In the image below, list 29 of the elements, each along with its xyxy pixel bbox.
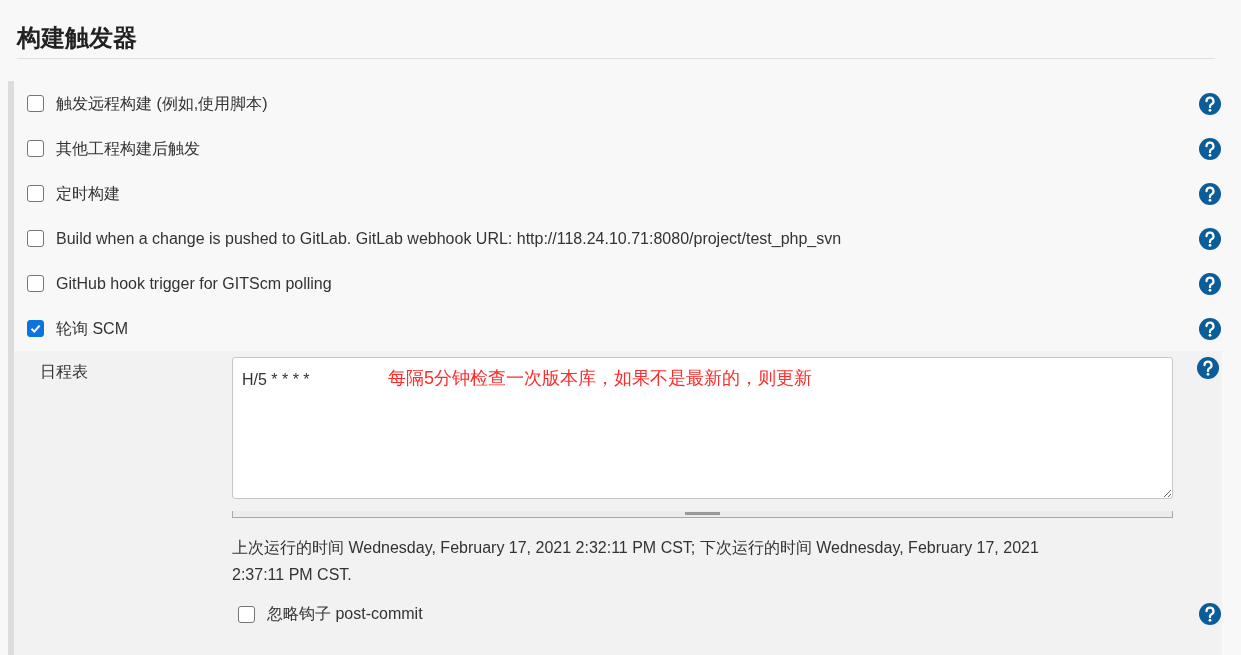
trigger-label: 定时构建 xyxy=(56,183,121,204)
trigger-label: 其他工程构建后触发 xyxy=(56,138,201,159)
help-icon[interactable] xyxy=(1197,357,1219,379)
help-icon[interactable] xyxy=(1199,272,1221,295)
checkbox[interactable] xyxy=(27,95,44,112)
checkbox[interactable] xyxy=(27,320,44,337)
annotation-text: 每隔5分钟检查一次版本库，如果不是最新的，则更新 xyxy=(388,367,812,390)
resize-handle[interactable] xyxy=(232,511,1173,518)
help-icon[interactable] xyxy=(1199,182,1221,205)
trigger-label: Build when a change is pushed to GitLab. GitLab webhook URL: http://118.24.10.71:8080/project/test_php_svn xyxy=(56,228,843,249)
help-icon[interactable] xyxy=(1199,603,1221,625)
trigger-label: 触发远程构建 (例如,使用脚本) xyxy=(56,93,269,114)
checkbox[interactable] xyxy=(238,605,255,623)
checkmark-icon xyxy=(29,322,42,335)
help-icon[interactable] xyxy=(1199,317,1221,340)
field-label: 日程表 xyxy=(40,362,89,382)
grip-icon xyxy=(685,512,720,515)
help-icon[interactable] xyxy=(1199,137,1221,160)
trigger-label: 轮询 SCM xyxy=(56,318,129,339)
trigger-label: GitHub hook trigger for GITScm polling xyxy=(56,273,333,294)
help-icon[interactable] xyxy=(1199,92,1221,115)
section-title: 构建触发器 xyxy=(17,23,137,53)
checkbox[interactable] xyxy=(27,230,44,247)
help-icon[interactable] xyxy=(1199,227,1221,250)
checkbox[interactable] xyxy=(27,275,44,292)
checkbox[interactable] xyxy=(27,185,44,202)
checkbox[interactable] xyxy=(27,140,44,157)
option-label: 忽略钩子 post-commit xyxy=(267,604,424,624)
schedule-status: 上次运行的时间 Wednesday, February 17, 2021 2:32:11 PM CST; 下次运行的时间 Wednesday, February 17, 2021 2:37:11 PM CST. xyxy=(232,538,1040,585)
